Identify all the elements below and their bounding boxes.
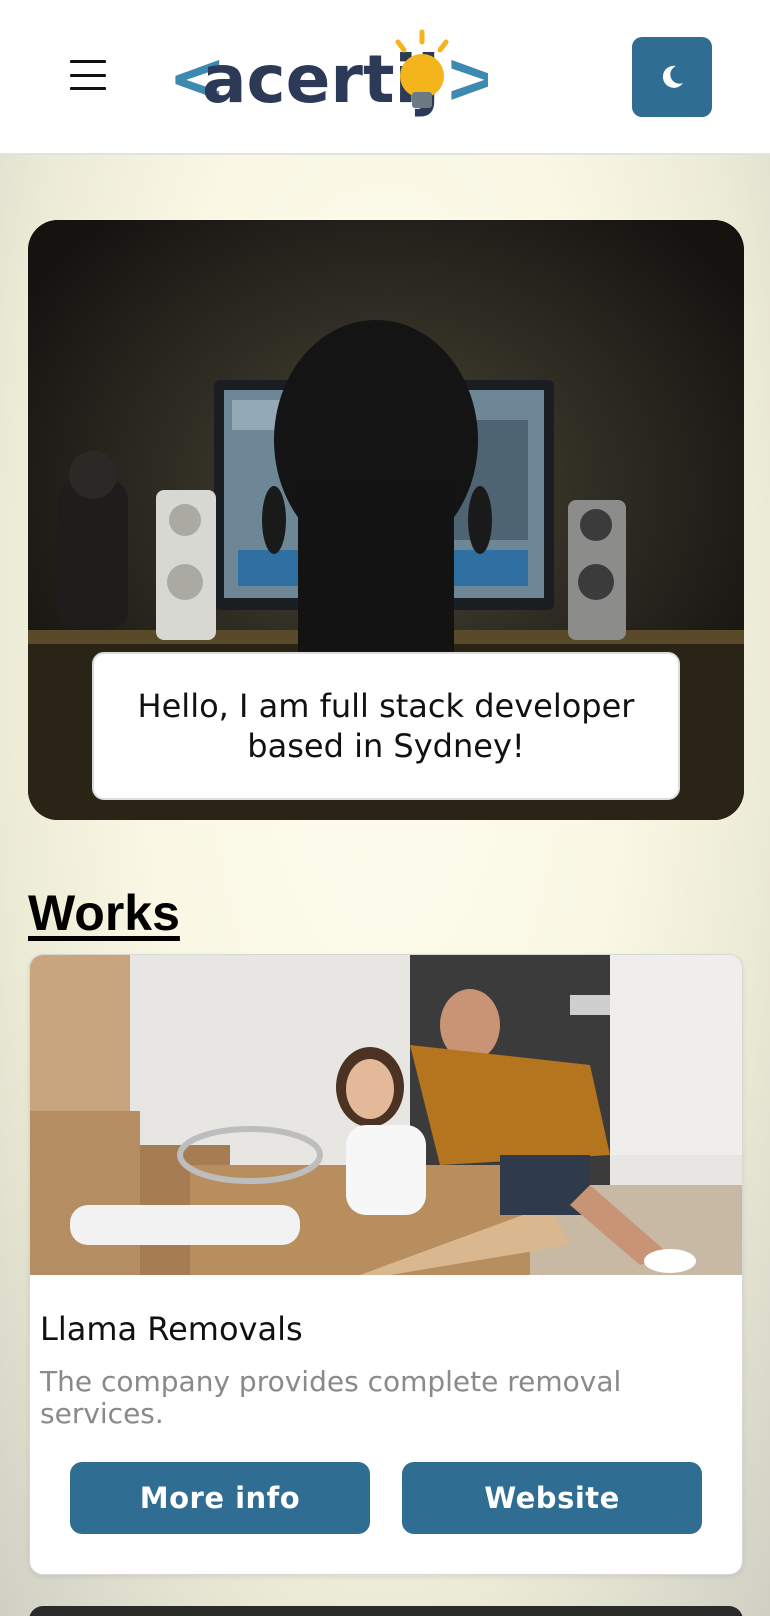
next-work-card-peek <box>29 1606 743 1616</box>
work-card-image <box>30 955 742 1275</box>
logo-bracket-right: > <box>444 37 488 118</box>
website-button[interactable]: Website <box>402 1462 702 1534</box>
acertij-logo[interactable]: < acertij > <box>168 26 488 118</box>
moon-icon <box>662 65 683 88</box>
top-navbar: < acertij > <box>0 0 770 155</box>
works-section-title: Works <box>28 885 180 941</box>
hero-banner: Hello, I am full stack developer based i… <box>28 220 744 820</box>
more-info-button[interactable]: More info <box>70 1462 370 1534</box>
work-card-title: Llama Removals <box>40 1310 303 1348</box>
theme-toggle-button[interactable] <box>632 37 712 117</box>
hero-caption: Hello, I am full stack developer based i… <box>92 652 680 800</box>
hamburger-menu-icon[interactable] <box>70 60 106 90</box>
work-card-description: The company provides complete removal se… <box>40 1365 622 1430</box>
